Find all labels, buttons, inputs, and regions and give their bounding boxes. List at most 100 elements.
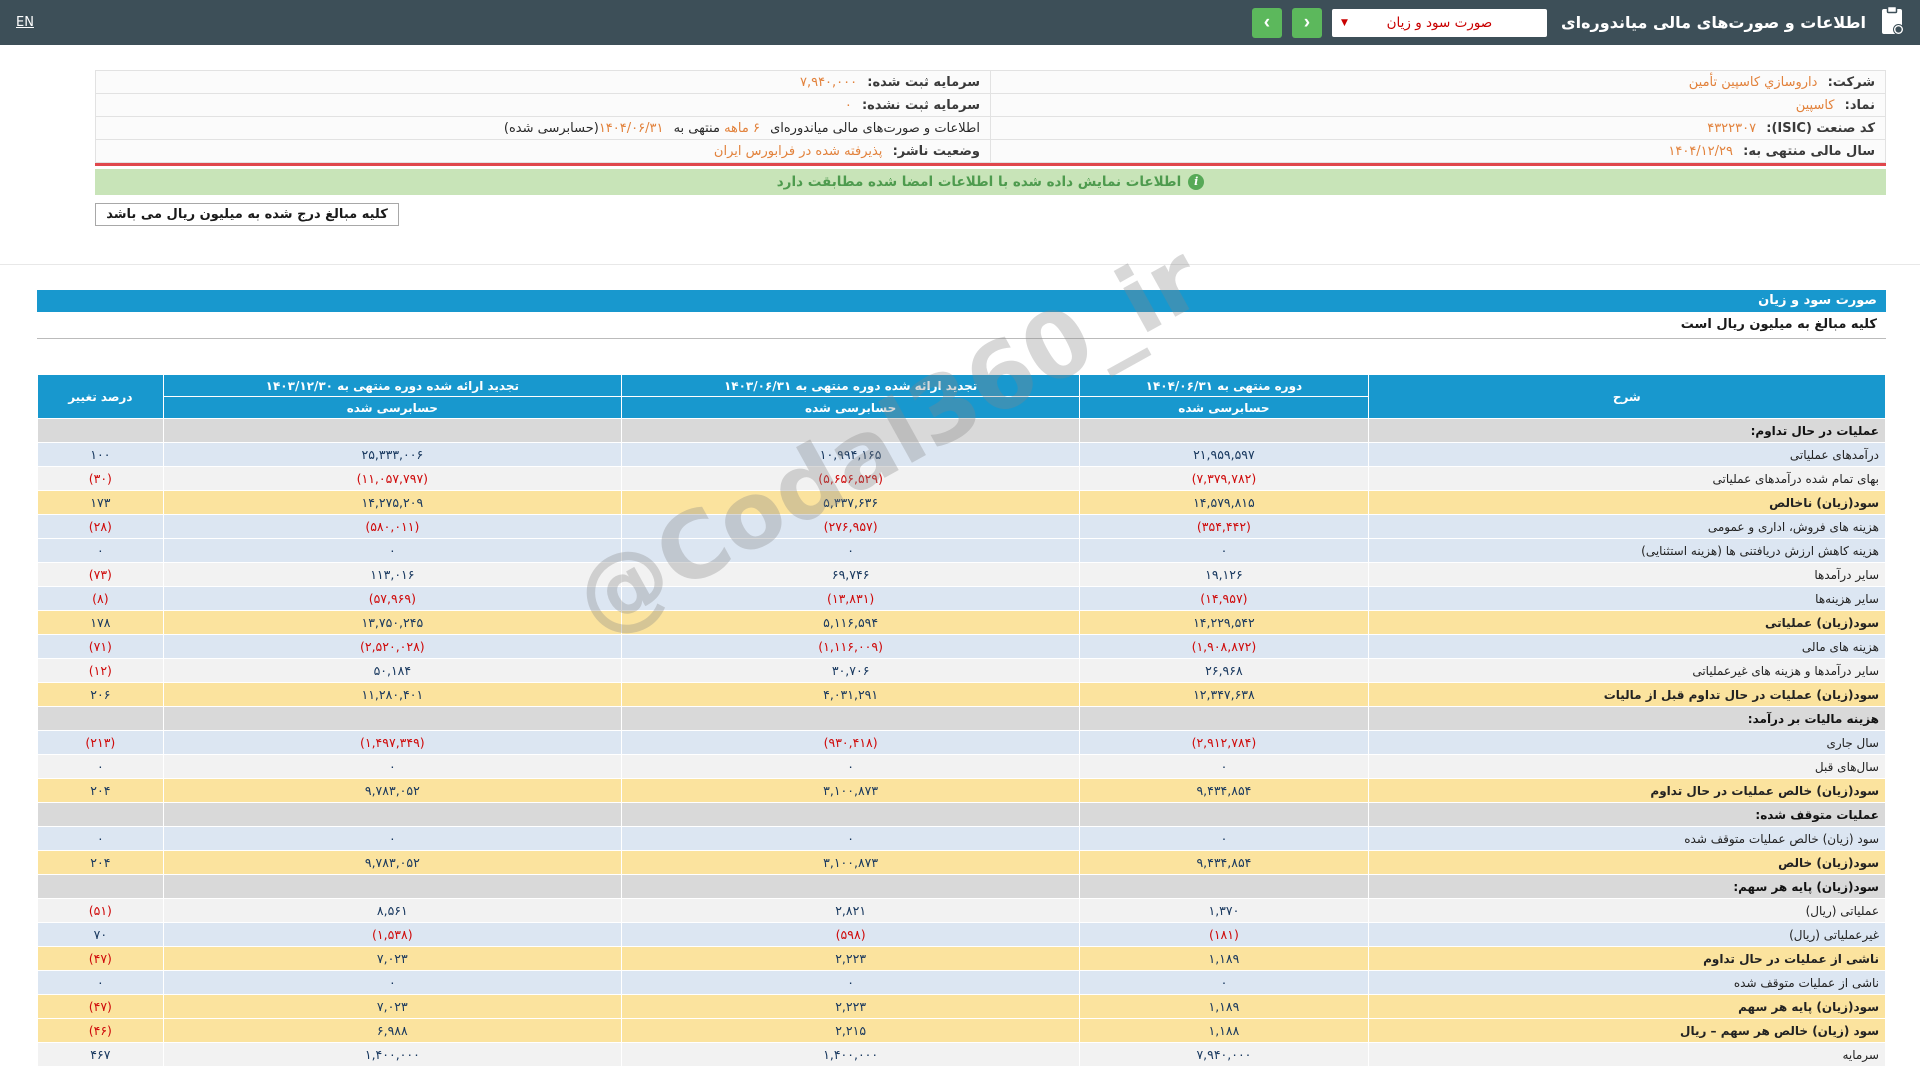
issuer-status-value: پذیرفته شده در فرابورس ایران (714, 144, 883, 159)
statement-units-note: کلیه مبالغ به میلیون ریال است (37, 312, 1886, 339)
value-percent-change: (۵۱) (38, 899, 164, 923)
value-restated-annual: ۰ (163, 755, 621, 779)
row-label: سود (زیان) خالص هر سهم – ریال (1368, 1019, 1885, 1043)
header-annual-audited: حسابرسی شده (163, 397, 621, 419)
company-cell: شرکت: داروسازي کاسپین تأمین (991, 71, 1886, 94)
table-row: سود(زیان) عملیات در حال تداوم قبل از مال… (38, 683, 1886, 707)
prev-statement-button[interactable]: ‹ (1252, 8, 1282, 38)
next-statement-button[interactable]: › (1292, 8, 1322, 38)
report-period-length: ۶ ماهه (724, 121, 760, 136)
value-current-period: ۱,۳۷۰ (1080, 899, 1368, 923)
value-percent-change: (۲۱۳) (38, 731, 164, 755)
value-percent-change: (۲۸) (38, 515, 164, 539)
value-restated-annual: ۷,۰۲۳ (163, 995, 621, 1019)
header-restated-annual: تجدید ارائه شده دوره منتهی به ۱۴۰۳/۱۲/۳۰ (163, 375, 621, 397)
value-restated-halfyear (621, 419, 1079, 443)
value-restated-annual: ۹,۷۸۳,۰۵۲ (163, 779, 621, 803)
fiscal-year-label: سال مالی منتهی به: (1743, 144, 1875, 159)
value-restated-annual (163, 875, 621, 899)
value-current-period: ۰ (1080, 539, 1368, 563)
value-restated-annual: (۵۸۰,۰۱۱) (163, 515, 621, 539)
issuer-status-label: وضعیت ناشر: (893, 144, 980, 159)
statement-select[interactable]: ▼ صورت سود و زیان (1332, 9, 1547, 37)
value-restated-halfyear: ۲,۲۲۳ (621, 995, 1079, 1019)
row-label: سال‌های قبل (1368, 755, 1885, 779)
value-current-period (1080, 707, 1368, 731)
row-label: هزینه مالیات بر درآمد: (1368, 707, 1885, 731)
unregistered-capital-value: ۰ (845, 98, 852, 113)
row-label: بهای تمام شده درآمدهای عملیاتی (1368, 467, 1885, 491)
value-percent-change: ۲۰۴ (38, 779, 164, 803)
row-label: سایر درآمدها و هزینه های غیرعملیاتی (1368, 659, 1885, 683)
table-row: سود(زیان) پایه هر سهم ۱,۱۸۹ ۲,۲۲۳ ۷,۰۲۳ … (38, 995, 1886, 1019)
value-percent-change (38, 707, 164, 731)
value-restated-halfyear: (۵,۶۵۶,۵۲۹) (621, 467, 1079, 491)
report-line-part: منتهی به (669, 121, 724, 136)
value-current-period: ۷,۹۴۰,۰۰۰ (1080, 1043, 1368, 1067)
company-value: داروسازي کاسپین تأمین (1689, 75, 1818, 90)
row-label: ناشی از عملیات متوقف شده (1368, 971, 1885, 995)
value-restated-halfyear: ۲,۸۲۱ (621, 899, 1079, 923)
value-restated-halfyear: ۶۹,۷۴۶ (621, 563, 1079, 587)
value-current-period (1080, 419, 1368, 443)
table-row: درآمدهای عملیاتی ۲۱,۹۵۹,۵۹۷ ۱۰,۹۹۴,۱۶۵ ۲… (38, 443, 1886, 467)
row-label: غیرعملیاتی (ریال) (1368, 923, 1885, 947)
page-title: اطلاعات و صورت‌های مالی میاندوره‌ای (1561, 13, 1866, 32)
row-label: عملیات متوقف شده: (1368, 803, 1885, 827)
value-restated-annual: ۱,۴۰۰,۰۰۰ (163, 1043, 621, 1067)
value-percent-change: ۷۰ (38, 923, 164, 947)
value-restated-annual: ۰ (163, 827, 621, 851)
table-row: سال جاری (۲,۹۱۲,۷۸۴) (۹۳۰,۴۱۸) (۱,۴۹۷,۳۴… (38, 731, 1886, 755)
language-toggle-en[interactable]: EN (16, 15, 34, 30)
info-row-2: نماد: کاسپین سرمایه ثبت نشده: ۰ (96, 94, 1886, 117)
row-label: سود(زیان) پایه هر سهم: (1368, 875, 1885, 899)
value-current-period: ۱۴,۲۲۹,۵۴۲ (1080, 611, 1368, 635)
row-label: سود(زیان) ناخالص (1368, 491, 1885, 515)
info-row-1: شرکت: داروسازي کاسپین تأمین سرمایه ثبت ش… (96, 71, 1886, 94)
symbol-label: نماد: (1845, 98, 1875, 113)
value-current-period: (۳۵۴,۴۴۲) (1080, 515, 1368, 539)
header-description: شرح (1368, 375, 1885, 419)
value-restated-annual: ۱۴,۲۷۵,۲۰۹ (163, 491, 621, 515)
value-current-period: (۲,۹۱۲,۷۸۴) (1080, 731, 1368, 755)
row-label: سود(زیان) پایه هر سهم (1368, 995, 1885, 1019)
signature-match-text: اطلاعات نمایش داده شده با اطلاعات امضا ش… (777, 174, 1182, 190)
row-label: درآمدهای عملیاتی (1368, 443, 1885, 467)
table-row: سایر درآمدها ۱۹,۱۲۶ ۶۹,۷۴۶ ۱۱۳,۰۱۶ (۷۳) (38, 563, 1886, 587)
table-header: شرح دوره منتهی به ۱۴۰۴/۰۶/۳۱ تجدید ارائه… (38, 375, 1886, 419)
header-restated-halfyear: تجدید ارائه شده دوره منتهی به ۱۴۰۳/۰۶/۳۱ (621, 375, 1079, 397)
value-restated-halfyear (621, 875, 1079, 899)
value-restated-annual: ۵۰,۱۸۴ (163, 659, 621, 683)
isic-label: کد صنعت (ISIC): (1766, 121, 1875, 136)
value-percent-change: ۴۶۷ (38, 1043, 164, 1067)
top-navbar: EN ‹ › ▼ صورت سود و زیان اطلاعات و صورت‌… (0, 0, 1920, 45)
value-current-period: ۲۶,۹۶۸ (1080, 659, 1368, 683)
table-row: بهای تمام شده درآمدهای عملیاتی (۷,۳۷۹,۷۸… (38, 467, 1886, 491)
value-percent-change: ۲۰۴ (38, 851, 164, 875)
value-restated-halfyear: (۹۳۰,۴۱۸) (621, 731, 1079, 755)
table-row: سود (زیان) خالص هر سهم – ریال ۱,۱۸۸ ۲,۲۱… (38, 1019, 1886, 1043)
table-row: عملیات متوقف شده: (38, 803, 1886, 827)
unregistered-capital-cell: سرمایه ثبت نشده: ۰ (96, 94, 991, 117)
statement-select-value: صورت سود و زیان (1387, 15, 1493, 31)
registered-capital-label: سرمایه ثبت شده: (867, 75, 980, 90)
row-label: سود(زیان) عملیاتی (1368, 611, 1885, 635)
value-current-period (1080, 803, 1368, 827)
row-label: سود(زیان) خالص (1368, 851, 1885, 875)
value-restated-halfyear: (۱۳,۸۳۱) (621, 587, 1079, 611)
value-percent-change: ۱۷۸ (38, 611, 164, 635)
fiscal-year-cell: سال مالی منتهی به: ۱۴۰۴/۱۲/۲۹ (991, 140, 1886, 163)
info-row-4: سال مالی منتهی به: ۱۴۰۴/۱۲/۲۹ وضعیت ناشر… (96, 140, 1886, 163)
table-row: ناشی از عملیات در حال تداوم ۱,۱۸۹ ۲,۲۲۳ … (38, 947, 1886, 971)
value-restated-halfyear: ۰ (621, 971, 1079, 995)
value-restated-annual: ۱۳,۷۵۰,۲۴۵ (163, 611, 621, 635)
value-percent-change: (۴۷) (38, 947, 164, 971)
value-percent-change: (۴۷) (38, 995, 164, 1019)
value-restated-halfyear: ۱۰,۹۹۴,۱۶۵ (621, 443, 1079, 467)
registered-capital-value: ۷,۹۴۰,۰۰۰ (800, 75, 857, 90)
value-current-period (1080, 875, 1368, 899)
value-percent-change: ۲۰۶ (38, 683, 164, 707)
value-percent-change: ۱۷۳ (38, 491, 164, 515)
table-row: هزینه مالیات بر درآمد: (38, 707, 1886, 731)
clipboard-icon (1880, 5, 1904, 40)
